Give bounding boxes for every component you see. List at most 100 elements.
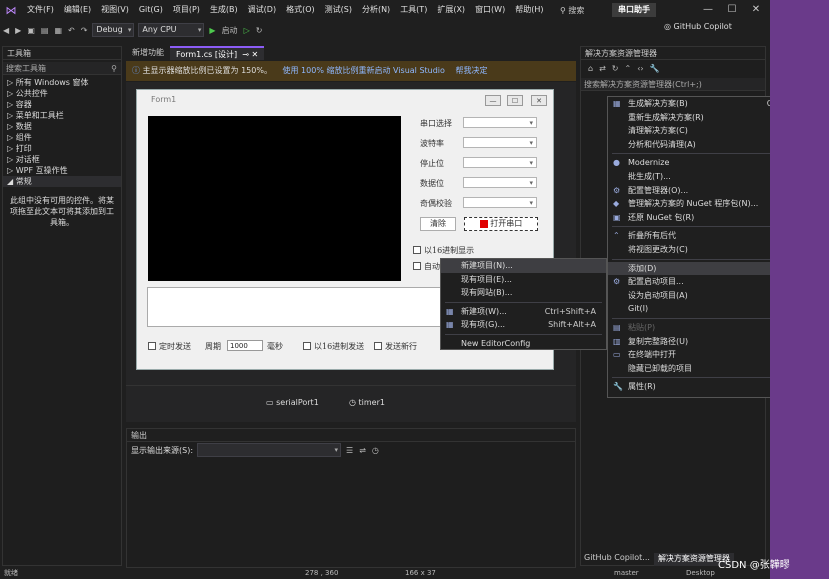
- toolbox-group[interactable]: ▷ 打印: [3, 143, 121, 154]
- menu-item-label: 配置启动项目...: [628, 277, 684, 287]
- status-branch[interactable]: master: [614, 568, 639, 579]
- maximize-icon[interactable]: ☐: [720, 0, 744, 20]
- menu-analyze[interactable]: 分析(N): [357, 0, 395, 20]
- menu-item-label: 清理解决方案(C): [628, 126, 688, 136]
- baud-select[interactable]: ▾: [463, 137, 537, 148]
- help-decide-link[interactable]: 帮我决定: [455, 66, 487, 75]
- code-icon[interactable]: ‹›: [634, 64, 646, 73]
- copilot-button[interactable]: ◎ GitHub Copilot: [664, 22, 732, 31]
- clear-button[interactable]: 清除: [420, 217, 456, 231]
- menu-git[interactable]: Git(G): [134, 0, 168, 20]
- menu-project[interactable]: 项目(P): [168, 0, 205, 20]
- menu-build[interactable]: 生成(B): [205, 0, 243, 20]
- status-indicator: [479, 220, 488, 228]
- close-icon[interactable]: ✕: [744, 0, 768, 20]
- solution-toolbar: ⌂ ⇄ ↻ ⌃ ‹› 🔧: [581, 60, 765, 76]
- period-input[interactable]: 1000: [227, 340, 263, 351]
- undo-icon[interactable]: ↶: [65, 26, 78, 35]
- home-icon[interactable]: ⌂: [585, 64, 596, 73]
- status-target[interactable]: Desktop: [686, 568, 715, 579]
- open-port-button[interactable]: 打开串口: [464, 217, 538, 231]
- toolbox-group[interactable]: ▷ 所有 Windows 窗体: [3, 77, 121, 88]
- hex-send-label: 以16进制发送: [314, 342, 365, 351]
- tab-form1-design[interactable]: Form1.cs [设计] ⊸ ✕: [170, 46, 265, 60]
- toolbox-group[interactable]: ▷ 组件: [3, 132, 121, 143]
- menu-help[interactable]: 帮助(H): [510, 0, 548, 20]
- start-without-debug-icon[interactable]: ▷: [241, 26, 253, 35]
- restart-link[interactable]: 使用 100% 缩放比例重新启动 Visual Studio: [283, 66, 445, 75]
- clear-output-icon[interactable]: ☰: [343, 446, 356, 455]
- toolbox-group[interactable]: ▷ WPF 互操作性: [3, 165, 121, 176]
- forward-icon[interactable]: ▶: [12, 26, 24, 35]
- menu-file[interactable]: 文件(F): [22, 0, 59, 20]
- menu-item[interactable]: 新建项目(N)...: [441, 259, 606, 273]
- output-source-select[interactable]: ▾: [197, 443, 342, 457]
- menu-window[interactable]: 窗口(W): [470, 0, 510, 20]
- minimize-icon[interactable]: —: [696, 0, 720, 20]
- back-icon[interactable]: ◀: [0, 26, 12, 35]
- group-label: 菜单和工具栏: [15, 111, 64, 120]
- start-icon[interactable]: ▶: [206, 26, 218, 35]
- toolbox-search-input[interactable]: 搜索工具箱 ⚲: [3, 62, 121, 75]
- open-icon[interactable]: ▤: [38, 26, 52, 35]
- serialport-component[interactable]: ▭ serialPort1: [266, 398, 319, 407]
- timestamp-icon[interactable]: ◷: [369, 446, 382, 455]
- timed-send-checkbox[interactable]: [148, 342, 156, 350]
- word-wrap-icon[interactable]: ⇌: [356, 446, 369, 455]
- toolbox-group[interactable]: ▷ 数据: [3, 121, 121, 132]
- parity-select[interactable]: ▾: [463, 197, 537, 208]
- databits-select[interactable]: ▾: [463, 177, 537, 188]
- menu-item[interactable]: ▦ 新建项(W)... Ctrl+Shift+A: [441, 305, 606, 319]
- redo-icon[interactable]: ↷: [78, 26, 91, 35]
- auto-checkbox[interactable]: [413, 262, 421, 270]
- new-project-icon[interactable]: ▣: [24, 26, 38, 35]
- start-button[interactable]: 启动: [219, 25, 241, 36]
- menu-edit[interactable]: 编辑(E): [59, 0, 96, 20]
- toolbox-group[interactable]: ◢ 常规: [3, 176, 121, 187]
- menu-item[interactable]: 现有项目(E)...: [441, 273, 606, 287]
- hex-display-checkbox[interactable]: [413, 246, 421, 254]
- menu-item-label: 现有项目(E)...: [461, 274, 512, 284]
- port-select[interactable]: ▾: [463, 117, 537, 128]
- timer-component[interactable]: ◷ timer1: [349, 398, 385, 407]
- hot-reload-icon[interactable]: ↻: [253, 26, 266, 35]
- wrench-icon[interactable]: 🔧: [647, 64, 663, 73]
- menu-item[interactable]: 现有网站(B)...: [441, 286, 606, 300]
- platform-value: Any CPU: [142, 25, 177, 34]
- menu-format[interactable]: 格式(O): [281, 0, 320, 20]
- menu-item-icon: ◆: [613, 199, 620, 209]
- group-label: 组件: [15, 133, 32, 142]
- stopbits-select[interactable]: ▾: [463, 157, 537, 168]
- menu-item[interactable]: New EditorConfig: [441, 337, 606, 351]
- tab-copilot[interactable]: GitHub Copilot...: [580, 553, 654, 566]
- menu-tools[interactable]: 工具(T): [395, 0, 432, 20]
- menu-item-shortcut: Shift+Alt+A: [548, 320, 596, 330]
- send-textbox[interactable]: [147, 287, 457, 327]
- refresh-icon[interactable]: ↻: [609, 64, 622, 73]
- menu-test[interactable]: 测试(S): [320, 0, 357, 20]
- receive-area[interactable]: [148, 116, 401, 281]
- send-newline-checkbox[interactable]: [374, 342, 382, 350]
- menu-view[interactable]: 视图(V): [96, 0, 134, 20]
- toolbox-group[interactable]: ▷ 公共控件: [3, 88, 121, 99]
- menu-extensions[interactable]: 扩展(X): [432, 0, 470, 20]
- toolbox-group[interactable]: ▷ 对话框: [3, 154, 121, 165]
- search-box[interactable]: ⚲ 搜索: [560, 2, 584, 18]
- toolbox-group[interactable]: ▷ 菜单和工具栏: [3, 110, 121, 121]
- menu-debug[interactable]: 调试(D): [243, 0, 281, 20]
- solution-search-input[interactable]: 搜索解决方案资源管理器(Ctrl+;): [581, 78, 765, 91]
- sync-icon[interactable]: ⇄: [596, 64, 609, 73]
- menu-item[interactable]: ▦ 现有项(G)... Shift+Alt+A: [441, 318, 606, 332]
- menu-item-label: 管理解决方案的 NuGet 程序包(N)...: [628, 199, 759, 209]
- label-parity: 奇偶校验: [420, 199, 452, 208]
- save-icon[interactable]: ▦: [51, 26, 65, 35]
- menu-item-icon: ●: [613, 158, 620, 168]
- config-select[interactable]: Debug ▾: [92, 23, 135, 37]
- tab-whats-new[interactable]: 新增功能: [126, 46, 170, 60]
- collapse-icon[interactable]: ⌃: [621, 64, 634, 73]
- menu-item-label: 在终端中打开: [628, 350, 676, 360]
- menu-item-icon: ▭: [613, 350, 621, 360]
- platform-select[interactable]: Any CPU ▾: [138, 23, 205, 37]
- toolbox-group[interactable]: ▷ 容器: [3, 99, 121, 110]
- hex-send-checkbox[interactable]: [303, 342, 311, 350]
